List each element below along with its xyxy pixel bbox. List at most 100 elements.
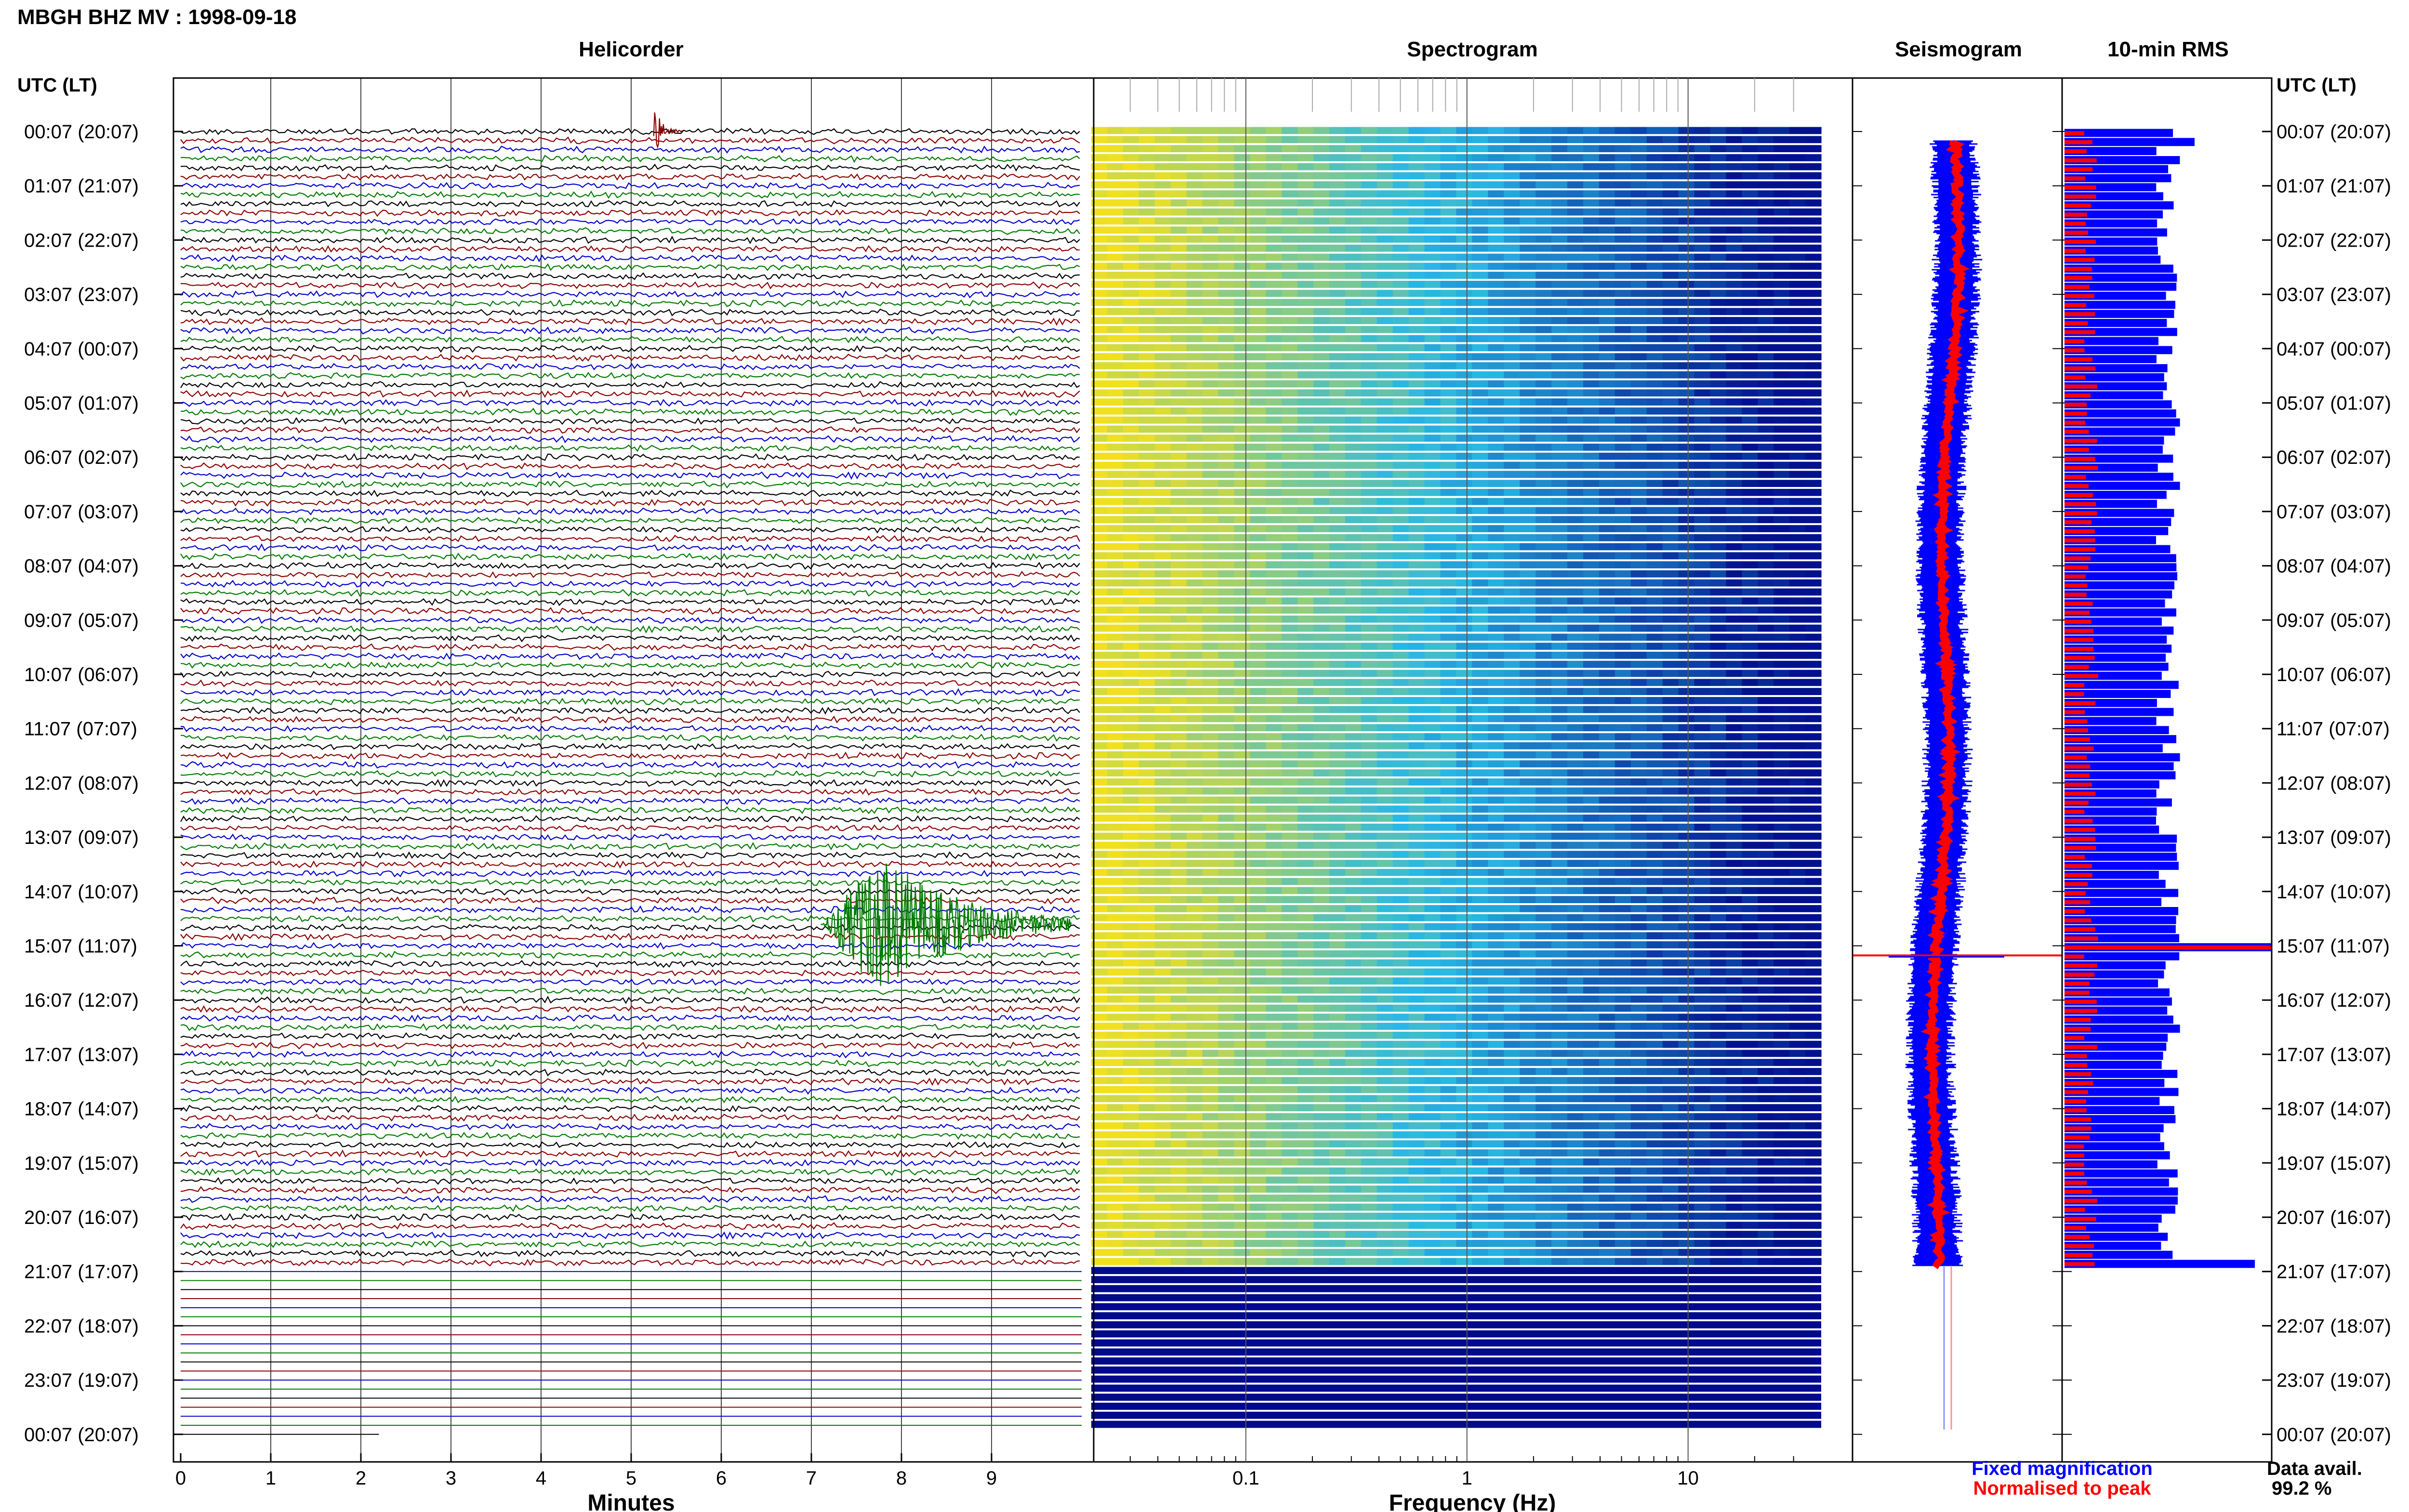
spectrogram-cell <box>1694 280 1710 288</box>
spectrogram-cell <box>1472 995 1488 1003</box>
spectrogram-cell <box>1313 796 1330 804</box>
spectrogram-cell <box>1646 706 1663 713</box>
spectrogram-cell <box>1329 643 1346 650</box>
spectrogram-cell <box>1424 679 1441 686</box>
spectrogram-cell <box>1266 480 1282 487</box>
spectrogram-cell <box>1297 371 1314 379</box>
spectrogram-cell <box>1440 471 1457 478</box>
spectrogram-cell <box>1726 624 1742 632</box>
spectrogram-cell <box>1154 389 1171 397</box>
spectrogram-cell <box>1662 163 1679 171</box>
spectrogram-cell <box>1488 461 1504 469</box>
spectrogram-cell <box>1154 444 1171 451</box>
spectrogram-cell <box>1313 154 1330 161</box>
spectrogram-cell <box>1583 236 1600 243</box>
spectrogram-cell <box>1774 1023 1790 1030</box>
spectrogram-cell <box>1424 633 1441 641</box>
spectrogram-cell <box>1138 615 1155 623</box>
spectrogram-cell <box>1107 208 1124 216</box>
spectrogram-cell <box>1377 236 1393 243</box>
time-label-right: 10:07 (06:07) <box>2277 664 2391 685</box>
spectrogram-cell <box>1313 643 1330 650</box>
spectrogram-cell <box>1646 932 1663 940</box>
spectrogram-cell <box>1266 145 1282 152</box>
spectrogram-cell <box>1392 832 1409 840</box>
spectrogram-cell <box>1456 760 1472 768</box>
spectrogram-cell <box>1726 950 1742 958</box>
spectrogram-cell <box>1710 344 1726 352</box>
spectrogram-cell <box>1789 624 1806 632</box>
spectrogram-cell <box>1774 127 1790 134</box>
spectrogram-cell <box>1774 652 1790 659</box>
spectrogram-cell <box>1408 751 1425 759</box>
spectrogram-cell <box>1694 986 1710 994</box>
spectrogram-cell <box>1726 335 1742 342</box>
spectrogram-cell <box>1599 507 1615 514</box>
spectrogram-cell <box>1297 670 1314 677</box>
spectrogram-cell <box>1488 199 1504 207</box>
spectrogram-cell <box>1726 570 1742 578</box>
spectrogram-title: Spectrogram <box>1407 38 1537 61</box>
spectrogram-cell <box>1774 534 1790 541</box>
spectrogram-cell <box>1377 461 1393 469</box>
spectrogram-cell <box>1758 507 1774 514</box>
spectrogram-cell <box>1742 452 1758 460</box>
spectrogram-cell <box>1282 181 1298 189</box>
spectrogram-cell <box>1218 923 1234 931</box>
spectrogram-cell <box>1758 579 1774 587</box>
spectrogram-cell <box>1472 208 1488 216</box>
spectrogram-cell <box>1520 679 1536 686</box>
spectrogram-cell <box>1313 1023 1330 1030</box>
spectrogram-cell <box>1408 154 1425 161</box>
spectrogram-cell <box>1646 841 1663 849</box>
spectrogram-cell <box>1250 1004 1266 1012</box>
spectrogram-cell <box>1504 787 1520 795</box>
spectrogram-cell <box>1313 606 1330 614</box>
spectrogram-cell <box>1710 154 1726 161</box>
spectrogram-cell <box>1758 860 1774 867</box>
spectrogram-cell <box>1297 995 1314 1003</box>
spectrogram-cell <box>1456 588 1472 596</box>
helicorder-trace <box>180 372 1080 380</box>
spectrogram-cell <box>1615 136 1631 144</box>
spectrogram-cell <box>1170 344 1187 352</box>
right-axis-label: UTC (LT) <box>2277 75 2356 96</box>
spectrogram-cell <box>1694 552 1710 560</box>
spectrogram-cell <box>1282 995 1298 1003</box>
spectrogram-cell <box>1440 236 1457 243</box>
spectrogram-cell <box>1345 145 1362 152</box>
spectrogram-cell <box>1694 299 1710 306</box>
helicorder-trace <box>180 679 1080 687</box>
spectrogram-cell <box>1789 615 1806 623</box>
spectrogram-cell <box>1297 688 1314 695</box>
spectrogram-cell <box>1424 778 1441 786</box>
spectrogram-cell <box>1408 525 1425 532</box>
spectrogram-cell <box>1123 1023 1139 1030</box>
spectrogram-cell <box>1615 371 1631 379</box>
spectrogram-cell <box>1313 579 1330 587</box>
spectrogram-cell <box>1615 127 1631 134</box>
spectrogram-cell <box>1630 778 1647 786</box>
spectrogram-cell <box>1710 579 1726 587</box>
spectrogram-cell <box>1583 615 1600 623</box>
spectrogram-cell <box>1408 778 1425 786</box>
spectrogram-cell <box>1250 434 1266 442</box>
spectrogram-cell <box>1234 190 1250 197</box>
spectrogram-cell <box>1266 299 1282 306</box>
spectrogram-cell <box>1504 724 1520 732</box>
spectrogram-cell <box>1329 896 1346 903</box>
spectrogram-cell <box>1266 190 1282 197</box>
spectrogram-cell <box>1615 615 1631 623</box>
spectrogram-cell <box>1662 868 1679 876</box>
spectrogram-cell <box>1234 1031 1250 1039</box>
spectrogram-cell <box>1805 181 1822 189</box>
spectrogram-cell <box>1234 588 1250 596</box>
spectrogram-cell <box>1646 263 1663 270</box>
spectrogram-cell <box>1202 217 1218 225</box>
spectrogram-cell <box>1361 932 1377 940</box>
spectrogram-cell <box>1392 326 1409 333</box>
spectrogram-cell <box>1282 959 1298 967</box>
spectrogram-cell <box>1377 154 1393 161</box>
spectrogram-cell <box>1726 498 1742 505</box>
spectrogram-cell <box>1107 525 1124 532</box>
